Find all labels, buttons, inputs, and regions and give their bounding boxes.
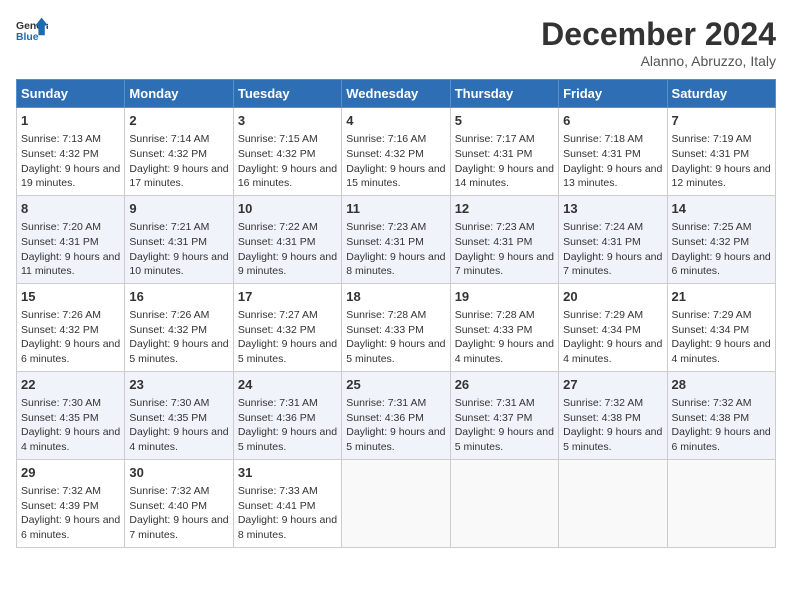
day-cell-20: 20Sunrise: 7:29 AMSunset: 4:34 PMDayligh… — [559, 283, 667, 371]
day-cell-30: 30Sunrise: 7:32 AMSunset: 4:40 PMDayligh… — [125, 459, 233, 547]
day-cell-4: 4Sunrise: 7:16 AMSunset: 4:32 PMDaylight… — [342, 108, 450, 196]
day-cell-22: 22Sunrise: 7:30 AMSunset: 4:35 PMDayligh… — [17, 371, 125, 459]
day-cell-14: 14Sunrise: 7:25 AMSunset: 4:32 PMDayligh… — [667, 195, 775, 283]
day-cell-3: 3Sunrise: 7:15 AMSunset: 4:32 PMDaylight… — [233, 108, 341, 196]
weekday-header-row: Sunday Monday Tuesday Wednesday Thursday… — [17, 80, 776, 108]
day-cell-empty-4-5 — [559, 459, 667, 547]
day-cell-7: 7Sunrise: 7:19 AMSunset: 4:31 PMDaylight… — [667, 108, 775, 196]
day-cell-empty-4-4 — [450, 459, 558, 547]
month-title: December 2024 — [541, 16, 776, 53]
day-cell-21: 21Sunrise: 7:29 AMSunset: 4:34 PMDayligh… — [667, 283, 775, 371]
day-cell-8: 8Sunrise: 7:20 AMSunset: 4:31 PMDaylight… — [17, 195, 125, 283]
day-cell-24: 24Sunrise: 7:31 AMSunset: 4:36 PMDayligh… — [233, 371, 341, 459]
week-row-3: 15Sunrise: 7:26 AMSunset: 4:32 PMDayligh… — [17, 283, 776, 371]
logo-icon: General Blue — [16, 16, 48, 44]
header-friday: Friday — [559, 80, 667, 108]
day-cell-23: 23Sunrise: 7:30 AMSunset: 4:35 PMDayligh… — [125, 371, 233, 459]
day-cell-28: 28Sunrise: 7:32 AMSunset: 4:38 PMDayligh… — [667, 371, 775, 459]
calendar-table: Sunday Monday Tuesday Wednesday Thursday… — [16, 79, 776, 548]
day-cell-2: 2Sunrise: 7:14 AMSunset: 4:32 PMDaylight… — [125, 108, 233, 196]
logo: General Blue — [16, 16, 48, 44]
day-cell-11: 11Sunrise: 7:23 AMSunset: 4:31 PMDayligh… — [342, 195, 450, 283]
svg-text:Blue: Blue — [16, 32, 39, 43]
week-row-1: 1Sunrise: 7:13 AMSunset: 4:32 PMDaylight… — [17, 108, 776, 196]
day-cell-10: 10Sunrise: 7:22 AMSunset: 4:31 PMDayligh… — [233, 195, 341, 283]
header-monday: Monday — [125, 80, 233, 108]
week-row-2: 8Sunrise: 7:20 AMSunset: 4:31 PMDaylight… — [17, 195, 776, 283]
page-header: General Blue December 2024 Alanno, Abruz… — [16, 16, 776, 69]
day-cell-9: 9Sunrise: 7:21 AMSunset: 4:31 PMDaylight… — [125, 195, 233, 283]
day-cell-15: 15Sunrise: 7:26 AMSunset: 4:32 PMDayligh… — [17, 283, 125, 371]
title-block: December 2024 Alanno, Abruzzo, Italy — [541, 16, 776, 69]
week-row-4: 22Sunrise: 7:30 AMSunset: 4:35 PMDayligh… — [17, 371, 776, 459]
header-thursday: Thursday — [450, 80, 558, 108]
day-cell-empty-4-3 — [342, 459, 450, 547]
day-cell-31: 31Sunrise: 7:33 AMSunset: 4:41 PMDayligh… — [233, 459, 341, 547]
day-cell-17: 17Sunrise: 7:27 AMSunset: 4:32 PMDayligh… — [233, 283, 341, 371]
day-cell-26: 26Sunrise: 7:31 AMSunset: 4:37 PMDayligh… — [450, 371, 558, 459]
day-cell-12: 12Sunrise: 7:23 AMSunset: 4:31 PMDayligh… — [450, 195, 558, 283]
header-sunday: Sunday — [17, 80, 125, 108]
location: Alanno, Abruzzo, Italy — [541, 53, 776, 69]
day-cell-29: 29Sunrise: 7:32 AMSunset: 4:39 PMDayligh… — [17, 459, 125, 547]
day-cell-18: 18Sunrise: 7:28 AMSunset: 4:33 PMDayligh… — [342, 283, 450, 371]
day-cell-1: 1Sunrise: 7:13 AMSunset: 4:32 PMDaylight… — [17, 108, 125, 196]
day-cell-19: 19Sunrise: 7:28 AMSunset: 4:33 PMDayligh… — [450, 283, 558, 371]
day-cell-5: 5Sunrise: 7:17 AMSunset: 4:31 PMDaylight… — [450, 108, 558, 196]
day-cell-27: 27Sunrise: 7:32 AMSunset: 4:38 PMDayligh… — [559, 371, 667, 459]
day-cell-25: 25Sunrise: 7:31 AMSunset: 4:36 PMDayligh… — [342, 371, 450, 459]
header-saturday: Saturday — [667, 80, 775, 108]
day-cell-6: 6Sunrise: 7:18 AMSunset: 4:31 PMDaylight… — [559, 108, 667, 196]
header-tuesday: Tuesday — [233, 80, 341, 108]
day-cell-13: 13Sunrise: 7:24 AMSunset: 4:31 PMDayligh… — [559, 195, 667, 283]
day-cell-empty-4-6 — [667, 459, 775, 547]
day-cell-16: 16Sunrise: 7:26 AMSunset: 4:32 PMDayligh… — [125, 283, 233, 371]
week-row-5: 29Sunrise: 7:32 AMSunset: 4:39 PMDayligh… — [17, 459, 776, 547]
header-wednesday: Wednesday — [342, 80, 450, 108]
